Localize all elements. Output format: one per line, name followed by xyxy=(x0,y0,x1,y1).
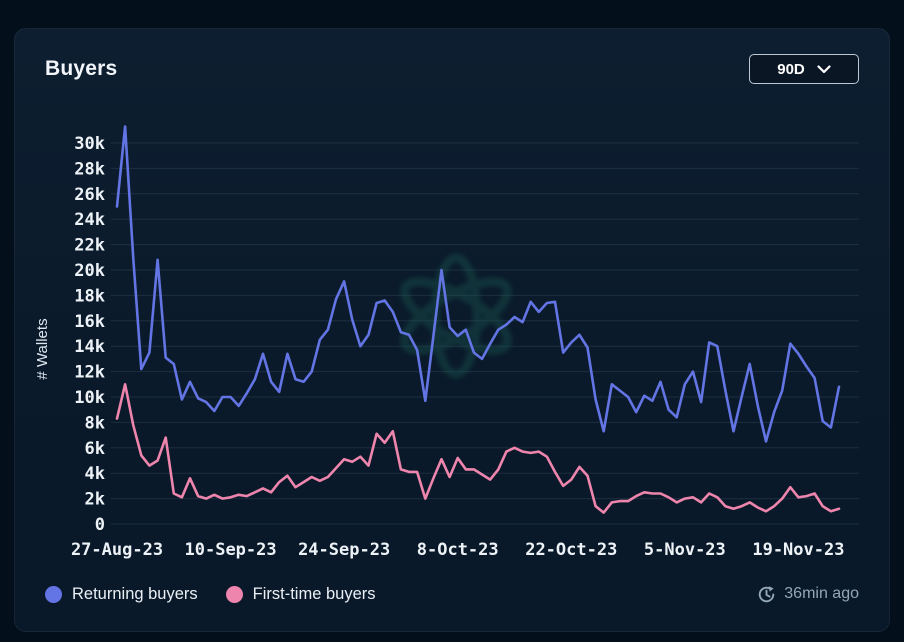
y-tick-label: 24k xyxy=(74,210,105,230)
x-tick-label: 10-Sep-23 xyxy=(185,540,277,560)
y-tick-label: 2k xyxy=(85,490,105,510)
buyers-chart: 0 2k 4k 6k 8k 10k 12k 14k 16k 18k 20k 22k 24k 26k 28k 3… xyxy=(31,111,881,566)
y-tick-label: 12k xyxy=(74,363,105,383)
y-tick-label: 30k xyxy=(74,134,105,154)
x-tick-label: 27-Aug-23 xyxy=(71,540,163,560)
last-updated-text: 36min ago xyxy=(784,585,859,603)
y-tick-label: 16k xyxy=(74,312,105,332)
buyers-card: Buyers 90D xyxy=(14,28,890,632)
x-tick-label: 22-Oct-23 xyxy=(525,540,617,560)
y-tick-label: 22k xyxy=(74,236,105,256)
legend-label: First-time buyers xyxy=(253,585,376,604)
history-clock-icon xyxy=(757,585,776,604)
legend-row: Returning buyers First-time buyers 36min… xyxy=(45,579,859,609)
y-tick-label: 14k xyxy=(74,337,105,357)
range-selector-value: 90D xyxy=(777,61,805,78)
legend-dot xyxy=(45,586,62,603)
axis-ticks: 0 2k 4k 6k 8k 10k 12k 14k 16k 18k 20k 22k 24k 26k 28k 3… xyxy=(71,134,845,560)
legend-label: Returning buyers xyxy=(72,585,198,604)
y-tick-label: 20k xyxy=(74,261,105,281)
y-tick-label: 6k xyxy=(85,439,105,459)
legend-dot xyxy=(226,586,243,603)
y-tick-label: 4k xyxy=(85,464,105,484)
y-axis-label: # Wallets xyxy=(34,318,51,379)
legend: Returning buyers First-time buyers xyxy=(45,585,376,604)
y-tick-label: 10k xyxy=(74,388,105,408)
y-tick-label: 0 xyxy=(95,515,105,535)
page: Buyers 90D xyxy=(0,0,904,642)
x-tick-label: 24-Sep-23 xyxy=(298,540,390,560)
chevron-down-icon xyxy=(817,65,831,74)
y-tick-label: 18k xyxy=(74,286,105,306)
y-tick-label: 8k xyxy=(85,413,105,433)
legend-item-first-time-buyers[interactable]: First-time buyers xyxy=(226,585,376,604)
line-first-time-buyers xyxy=(117,384,839,512)
x-tick-label: 19-Nov-23 xyxy=(752,540,844,560)
y-tick-label: 28k xyxy=(74,159,105,179)
x-tick-label: 5-Nov-23 xyxy=(644,540,726,560)
logo-watermark xyxy=(395,258,516,374)
gridlines xyxy=(111,143,859,524)
card-header: Buyers 90D xyxy=(45,53,859,85)
range-selector[interactable]: 90D xyxy=(749,54,859,84)
x-tick-label: 8-Oct-23 xyxy=(417,540,499,560)
chart-area: 0 2k 4k 6k 8k 10k 12k 14k 16k 18k 20k 22k 24k 26k 28k 3… xyxy=(31,111,881,566)
legend-item-returning-buyers[interactable]: Returning buyers xyxy=(45,585,198,604)
y-tick-label: 26k xyxy=(74,185,105,205)
card-title: Buyers xyxy=(45,57,117,81)
last-updated: 36min ago xyxy=(757,585,859,604)
